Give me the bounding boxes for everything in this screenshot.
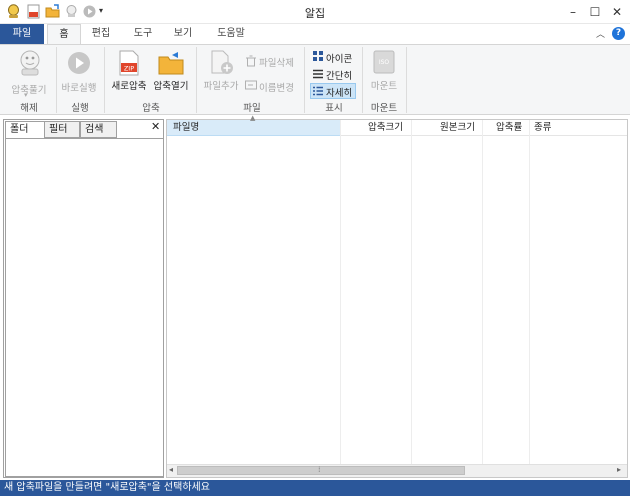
rename-button[interactable]: 이름변경	[259, 80, 294, 94]
tab-edit[interactable]: 편집	[84, 24, 118, 44]
simple-view-icon	[313, 69, 323, 82]
extract-dropdown-icon[interactable]: ▾	[24, 91, 28, 99]
sort-indicator-icon: ▲	[250, 114, 256, 122]
panel-tab-folder[interactable]: 폴더	[5, 121, 45, 139]
column-divider[interactable]	[529, 120, 530, 466]
app-logo-icon[interactable]	[6, 4, 21, 19]
group-label-release: 해제	[20, 103, 38, 114]
group-separator	[304, 47, 305, 113]
column-divider[interactable]	[482, 120, 483, 466]
panel-close-icon[interactable]: ✕	[151, 120, 160, 133]
tab-tools[interactable]: 도구	[126, 24, 160, 44]
tab-file[interactable]: 파일	[0, 24, 44, 44]
column-header-type[interactable]: 종류	[534, 121, 551, 135]
new-zip-quick-icon[interactable]	[26, 4, 41, 19]
column-header-ratio[interactable]: 압축률	[496, 121, 522, 135]
file-list[interactable]	[166, 119, 628, 478]
mount-button[interactable]: 마운트	[364, 78, 404, 92]
group-separator	[196, 47, 197, 113]
scroll-right-icon[interactable]: ▸	[617, 465, 621, 474]
scrollbar-grip-icon: ⁞	[318, 465, 321, 474]
column-header-name[interactable]: 파일명	[173, 121, 199, 135]
view-simple-button[interactable]: 간단히	[326, 68, 352, 82]
run-button[interactable]: 바로실행	[58, 80, 100, 94]
tab-home[interactable]: 홈	[47, 24, 81, 45]
new-archive-button[interactable]: 새로압축	[108, 78, 150, 92]
scroll-left-icon[interactable]: ◂	[169, 465, 173, 474]
new-archive-icon: ZIP	[118, 50, 140, 79]
rename-icon	[245, 80, 257, 93]
panel-tab-filter[interactable]: 필터	[44, 121, 80, 138]
group-separator	[406, 47, 407, 113]
mount-icon: ISO	[373, 50, 395, 77]
run-icon	[67, 51, 91, 78]
delete-file-button[interactable]: 파일삭제	[259, 55, 294, 69]
collapse-ribbon-icon[interactable]: ︿	[596, 27, 605, 40]
iso-badge: ISO	[379, 59, 390, 66]
close-button[interactable]: ✕	[604, 2, 630, 22]
help-icon[interactable]: ?	[612, 27, 625, 40]
extract-icon	[17, 49, 43, 80]
folder-tree[interactable]	[5, 138, 164, 477]
column-divider[interactable]	[340, 120, 341, 466]
group-label-display: 표시	[325, 103, 343, 114]
zip-badge: ZIP	[124, 65, 134, 73]
icon-view-icon	[313, 51, 323, 64]
status-bar: 새 압축파일을 만들려면 "새로압축"을 선택하세요	[0, 480, 630, 496]
group-separator	[56, 47, 57, 113]
scrollbar-thumb[interactable]	[177, 466, 465, 475]
column-header-original-size[interactable]: 원본크기	[440, 121, 475, 135]
open-archive-icon	[157, 50, 185, 79]
detail-view-icon	[313, 86, 323, 99]
group-label-mount: 마운트	[370, 103, 398, 114]
trash-icon	[245, 55, 257, 70]
view-detail-button[interactable]: 자세히	[326, 85, 352, 99]
extract-quick-icon[interactable]	[64, 4, 79, 19]
run-quick-icon[interactable]	[82, 4, 97, 19]
tab-help[interactable]: 도움말	[210, 24, 252, 44]
column-divider[interactable]	[411, 120, 412, 466]
panel-tab-search[interactable]: 검색	[80, 121, 117, 138]
column-header-compressed-size[interactable]: 압축크기	[368, 121, 403, 135]
group-label-run: 실행	[71, 103, 89, 114]
tab-view[interactable]: 보기	[166, 24, 200, 44]
add-file-button[interactable]: 파일추가	[200, 78, 242, 92]
group-separator	[104, 47, 105, 113]
extract-button[interactable]: 압축풀기	[6, 82, 52, 96]
customize-quick-access-icon[interactable]: ▾	[99, 6, 103, 15]
add-file-icon	[210, 50, 234, 79]
group-label-file: 파일	[243, 103, 261, 114]
open-archive-button[interactable]: 압축열기	[150, 78, 192, 92]
group-label-compress: 압축	[142, 103, 160, 114]
open-folder-quick-icon[interactable]	[45, 4, 60, 19]
view-icon-button[interactable]: 아이콘	[326, 51, 352, 65]
